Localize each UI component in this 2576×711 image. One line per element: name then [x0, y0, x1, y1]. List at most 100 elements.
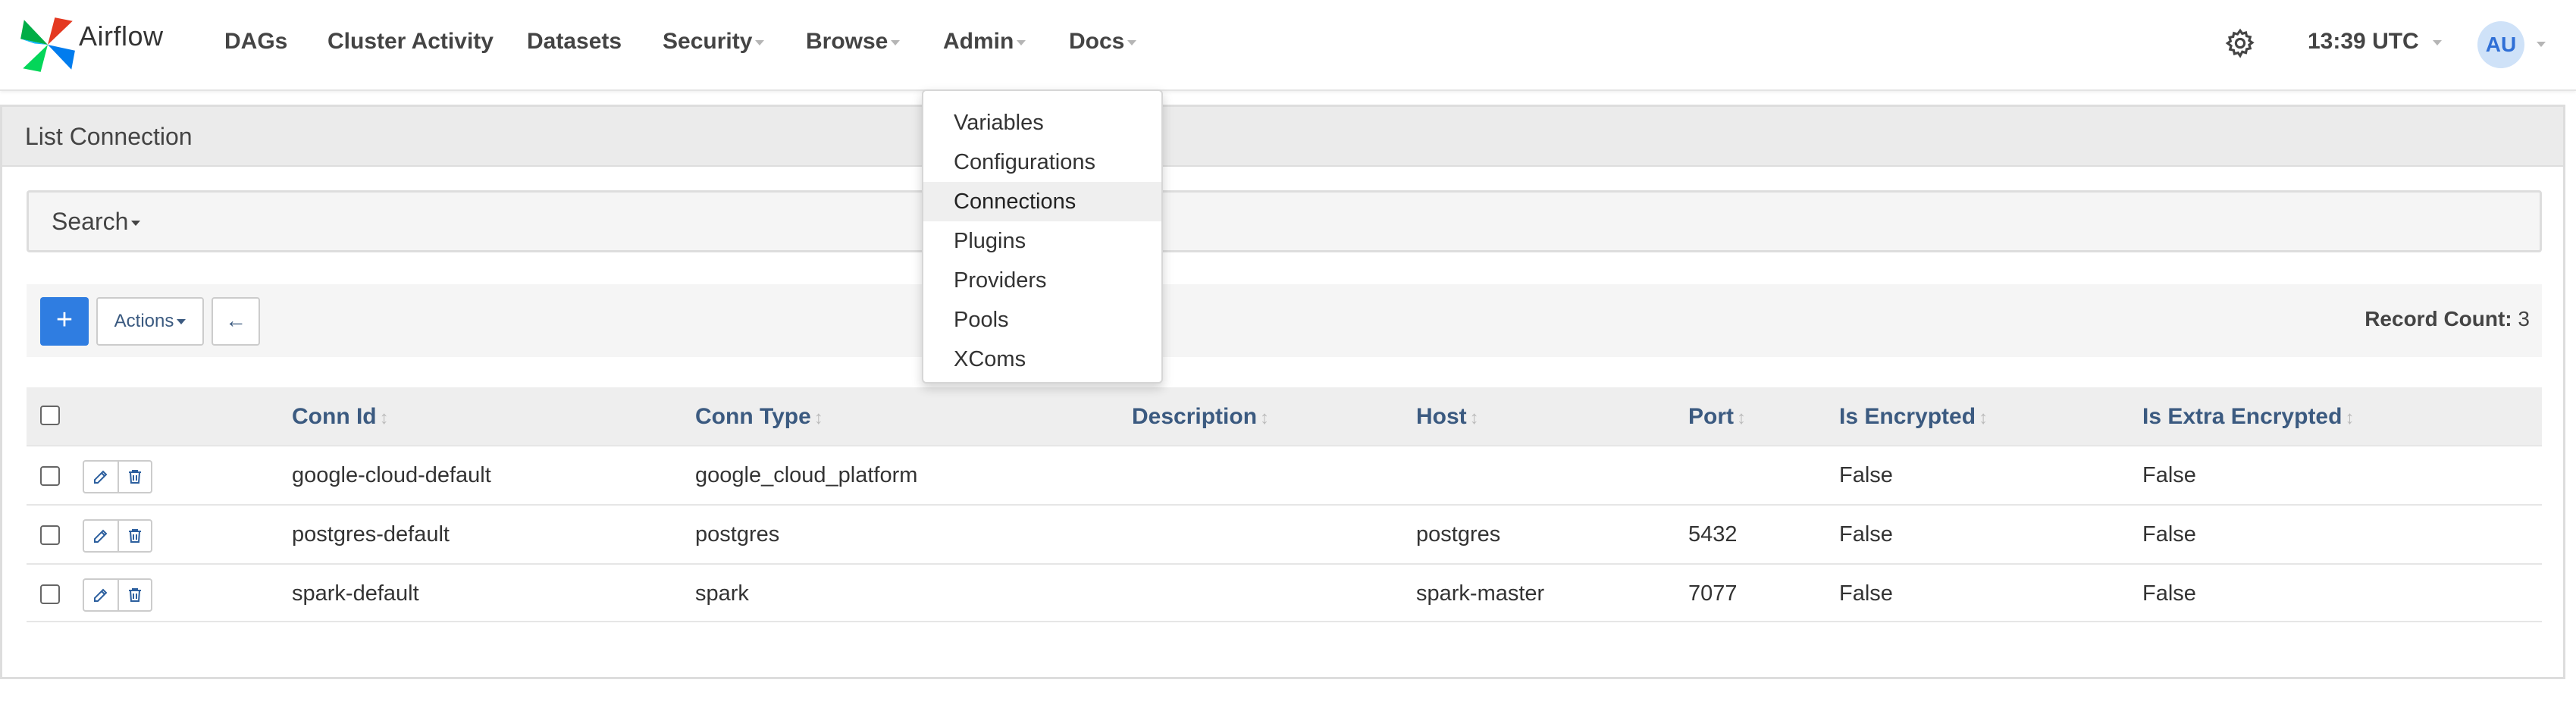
menu-item-variables[interactable]: Variables — [923, 103, 1161, 143]
chevron-down-icon — [131, 221, 141, 227]
sort-icon: ↕ — [813, 408, 823, 428]
edit-icon — [93, 470, 108, 484]
edit-button[interactable] — [84, 521, 118, 551]
list-toolbar: + Actions ← Record Count: 3 — [27, 284, 2542, 357]
cell-is-extra-encrypted: False — [2142, 522, 2196, 547]
table-header: Conn Id ↕ Conn Type ↕ Description ↕ Host ↕ P… — [27, 387, 2542, 445]
column-header-port[interactable]: Port ↕ — [1688, 404, 1746, 430]
menu-item-connections[interactable]: Connections — [923, 182, 1161, 221]
admin-dropdown-menu: Variables Configurations Connections Plu… — [922, 89, 1163, 384]
edit-button[interactable] — [84, 580, 118, 610]
time-display[interactable]: 13:39 UTC — [2308, 29, 2443, 55]
airflow-logo-icon — [20, 17, 75, 72]
search-bar[interactable]: Search — [27, 190, 2542, 252]
column-header-label: Conn Type — [695, 404, 811, 429]
sort-icon: ↕ — [2345, 408, 2355, 428]
nav-browse-label: Browse — [806, 29, 888, 54]
sort-icon: ↕ — [379, 408, 389, 428]
nav-admin-label: Admin — [943, 29, 1014, 54]
delete-button[interactable] — [117, 521, 151, 551]
row-checkbox[interactable] — [40, 584, 60, 604]
trash-icon — [128, 529, 141, 543]
menu-item-configurations[interactable]: Configurations — [923, 143, 1161, 182]
nav-security-label: Security — [663, 29, 753, 54]
row-actions — [83, 519, 152, 553]
cell-is-encrypted: False — [1839, 522, 1893, 547]
column-header-label: Conn Id — [292, 404, 377, 429]
column-header-label: Host — [1416, 404, 1467, 429]
row-actions — [83, 578, 152, 612]
actions-button[interactable]: Actions — [96, 297, 204, 346]
cell-conn-type: spark — [695, 581, 749, 606]
select-all-checkbox[interactable] — [40, 406, 60, 425]
table-row: spark-default spark spark-master 7077 Fa… — [27, 563, 2542, 622]
edit-button[interactable] — [84, 462, 118, 492]
menu-item-providers[interactable]: Providers — [923, 261, 1161, 300]
back-button[interactable]: ← — [212, 297, 260, 346]
nav-security[interactable]: Security — [663, 29, 765, 55]
cell-port: 7077 — [1688, 581, 1738, 606]
menu-item-xcoms[interactable]: XComs — [923, 340, 1161, 379]
record-count-value: 3 — [2518, 307, 2530, 330]
column-header-host[interactable]: Host ↕ — [1416, 404, 1479, 430]
nav-admin[interactable]: Admin — [943, 29, 1026, 55]
time-label: 13:39 UTC — [2308, 29, 2419, 54]
chevron-down-icon — [1127, 39, 1137, 45]
column-header-is-extra-encrypted[interactable]: Is Extra Encrypted ↕ — [2142, 404, 2354, 430]
column-header-description[interactable]: Description ↕ — [1132, 404, 1269, 430]
row-checkbox[interactable] — [40, 466, 60, 486]
sort-icon: ↕ — [1260, 408, 1270, 428]
actions-label: Actions — [114, 311, 174, 331]
table-row: postgres-default postgres postgres 5432 … — [27, 504, 2542, 563]
menu-item-pools[interactable]: Pools — [923, 300, 1161, 340]
record-count-label: Record Count: — [2364, 307, 2512, 330]
cell-conn-id[interactable]: postgres-default — [292, 522, 450, 547]
sort-icon: ↕ — [1469, 408, 1479, 428]
menu-item-plugins[interactable]: Plugins — [923, 221, 1161, 261]
cell-is-encrypted: False — [1839, 581, 1893, 606]
nav-browse[interactable]: Browse — [806, 29, 901, 55]
trash-icon — [128, 588, 141, 602]
chevron-down-icon — [755, 39, 765, 45]
chevron-down-icon[interactable] — [2537, 42, 2546, 47]
add-connection-button[interactable]: + — [40, 297, 89, 346]
edit-icon — [93, 588, 108, 602]
delete-button[interactable] — [117, 580, 151, 610]
cell-conn-type: google_cloud_platform — [695, 463, 918, 487]
brand[interactable]: Airflow — [18, 11, 164, 79]
delete-button[interactable] — [117, 462, 151, 492]
page-title: List Connection — [2, 107, 2563, 167]
nav-docs-label: Docs — [1069, 29, 1125, 54]
cell-conn-id[interactable]: spark-default — [292, 581, 419, 606]
column-header-label: Is Encrypted — [1839, 404, 1976, 429]
trash-icon — [128, 470, 141, 484]
column-header-conn-id[interactable]: Conn Id ↕ — [292, 404, 389, 430]
cell-conn-type: postgres — [695, 522, 780, 547]
sort-icon: ↕ — [1737, 408, 1746, 428]
row-checkbox[interactable] — [40, 525, 60, 545]
edit-icon — [93, 529, 108, 543]
search-label: Search — [52, 208, 129, 235]
avatar[interactable]: AU — [2477, 21, 2524, 68]
brand-name: Airflow — [79, 20, 164, 52]
chevron-down-icon — [1017, 39, 1026, 45]
sort-icon: ↕ — [1979, 408, 1988, 428]
cell-host: postgres — [1416, 522, 1501, 547]
nav-datasets[interactable]: Datasets — [527, 29, 622, 55]
gear-icon[interactable] — [2224, 27, 2256, 59]
top-navbar: Airflow DAGs Cluster Activity Datasets S… — [0, 0, 2576, 91]
table-row: google-cloud-default google_cloud_platfo… — [27, 445, 2542, 504]
cell-host: spark-master — [1416, 581, 1545, 606]
chevron-down-icon — [891, 39, 901, 45]
cell-conn-id[interactable]: google-cloud-default — [292, 463, 491, 488]
row-actions — [83, 460, 152, 493]
cell-is-extra-encrypted: False — [2142, 581, 2196, 606]
nav-cluster-activity[interactable]: Cluster Activity — [327, 29, 494, 55]
nav-dags[interactable]: DAGs — [224, 29, 287, 55]
chevron-down-icon — [2433, 39, 2443, 45]
column-header-label: Port — [1688, 404, 1734, 429]
column-header-is-encrypted[interactable]: Is Encrypted ↕ — [1839, 404, 1988, 430]
column-header-conn-type[interactable]: Conn Type ↕ — [695, 404, 823, 430]
search-toggle[interactable]: Search — [52, 208, 141, 236]
nav-docs[interactable]: Docs — [1069, 29, 1137, 55]
